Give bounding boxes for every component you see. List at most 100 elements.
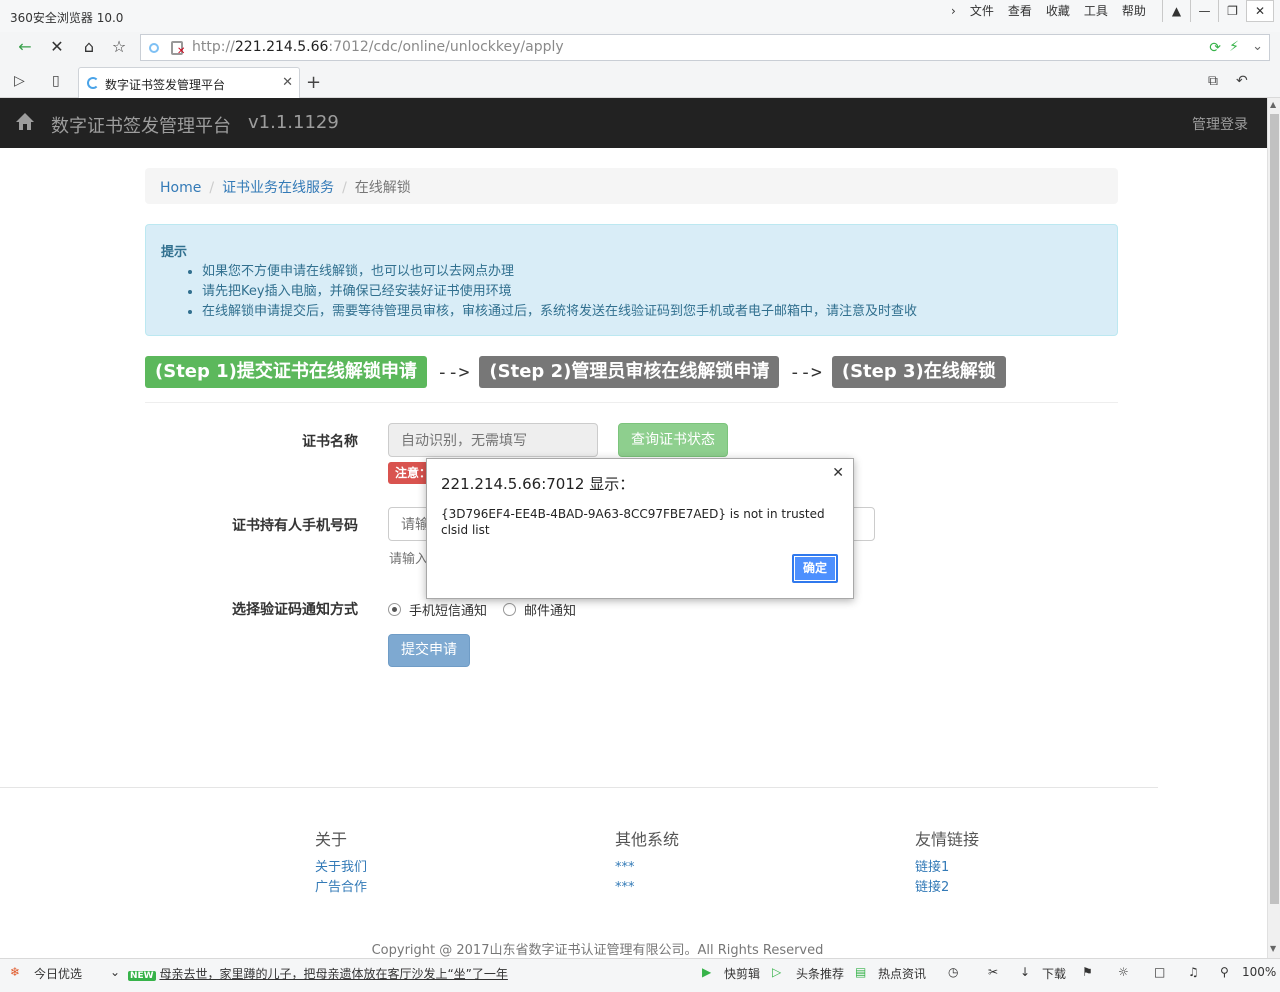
shirt-icon[interactable]: ▲ [1162,0,1190,22]
footer-link-1[interactable]: 链接1 [915,858,979,878]
window-icon[interactable]: □ [1154,965,1165,979]
quick-clip[interactable]: 快剪辑 [724,965,760,982]
download-label[interactable]: 下载 [1042,965,1066,982]
speed-icon[interactable]: ◷ [948,965,958,979]
footer-link-system[interactable]: *** [615,878,679,898]
info-alert: 提示 如果您不方便申请在线解锁，也可以也可以去网点办理 请先把Key插入电脑，并… [145,224,1118,336]
headline-icon[interactable]: ▷ [772,965,781,979]
url-input[interactable]: ✕ http://221.214.5.66:7012/cdc/online/un… [140,34,1270,61]
step-1: (Step 1)提交证书在线解锁申请 [145,356,427,388]
address-dropdown-icon[interactable]: ⌄ [1252,39,1263,54]
stop-icon[interactable]: ✕ [46,37,68,57]
notify-method-label: 选择验证码通知方式 [232,602,358,618]
url-text: http://221.214.5.66:7012/cdc/online/unlo… [192,39,564,55]
news-ticker[interactable]: NEW 母亲去世，家里蹲的儿子，把母亲遗体放在客厅沙发上“坐”了一年 [128,965,508,982]
step-3: (Step 3)在线解锁 [831,356,1006,388]
page-scrollbar[interactable]: ▲ ▼ [1267,98,1280,958]
tab-list-icon[interactable]: ⧉ [1208,73,1218,89]
refresh-extension-icon[interactable]: ⟳ [1209,40,1221,56]
browser-chrome: 360安全浏览器 10.0 › 文件 查看 收藏 工具 帮助 ▲ — ❐ ✕ ←… [0,0,1280,98]
flag-icon[interactable]: ⚑ [1082,965,1093,979]
download-icon[interactable]: ↓ [1020,965,1030,979]
query-cert-status-button[interactable]: 查询证书状态 [618,423,728,457]
dialog-ok-button[interactable]: 确定 [792,554,838,583]
scroll-up-icon[interactable]: ▲ [1270,100,1276,109]
footer-link-about-us[interactable]: 关于我们 [315,858,367,878]
clip-icon[interactable]: ▶ [702,965,711,979]
tab-close-icon[interactable]: ✕ [282,75,293,90]
footer-link-advertise[interactable]: 广告合作 [315,878,367,898]
speed-mode-icon[interactable]: ⚡ [1229,39,1239,55]
phone-help-text: 请输入 [389,552,429,567]
alert-item: 如果您不方便申请在线解锁，也可以也可以去网点办理 [202,262,1102,282]
scroll-down-icon[interactable]: ▼ [1270,944,1276,953]
favorite-star-icon[interactable]: ☆ [108,37,130,57]
browser-menu: › 文件 查看 收藏 工具 帮助 [944,3,1153,19]
minimize-icon[interactable]: — [1190,0,1218,22]
zoom-icon[interactable]: ⚲ [1220,965,1229,979]
zoom-level[interactable]: 100% [1242,965,1276,979]
new-tab-icon[interactable]: + [306,72,321,93]
sound-icon[interactable]: ♫ [1188,965,1199,979]
footer-link-2[interactable]: 链接2 [915,878,979,898]
site-brand[interactable]: 数字证书签发管理平台 [51,112,231,138]
menu-help[interactable]: 帮助 [1115,3,1153,19]
sms-radio-label[interactable]: 手机短信通知 [409,600,487,619]
today-picks[interactable]: 今日优选 [34,965,82,982]
tab-active[interactable]: 数字证书签发管理平台 ✕ [78,67,300,98]
alert-dialog: 221.214.5.66:7012 显示： ✕ {3D796EF4-EE4B-4… [426,458,854,599]
headline-recommend[interactable]: 头条推荐 [796,965,844,982]
email-radio-label[interactable]: 邮件通知 [524,600,576,619]
back-icon[interactable]: ← [14,37,36,57]
footer-about-title: 关于 [315,830,348,849]
gift-icon[interactable]: ❄ [10,965,20,979]
menu-favorites[interactable]: 收藏 [1039,3,1077,19]
app-title: 360安全浏览器 10.0 [10,11,124,25]
phone-icon[interactable]: ▯ [52,73,60,89]
breadcrumb-home[interactable]: Home [160,180,201,196]
close-window-icon[interactable]: ✕ [1246,0,1274,22]
alert-list: 如果您不方便申请在线解锁，也可以也可以去网点办理 请先把Key插入电脑，并确保已… [202,262,1102,322]
step-arrow: --> [789,361,822,383]
phone-label: 证书持有人手机号码 [232,518,358,534]
sms-radio[interactable] [388,603,401,616]
process-steps: (Step 1)提交证书在线解锁申请 --> (Step 2)管理员审核在线解锁… [145,355,1006,389]
home-icon[interactable] [14,111,36,133]
footer-divider [0,787,1158,788]
hot-news-icon[interactable]: ▤ [855,965,866,979]
breadcrumb-service[interactable]: 证书业务在线服务 [222,180,334,196]
menu-chevron-icon[interactable]: › [944,3,963,19]
step-2: (Step 2)管理员审核在线解锁申请 [479,356,780,388]
alert-item: 在线解锁申请提交后，需要等待管理员审核，审核通过后，系统将发送在线验证码到您手机… [202,302,1102,322]
footer-about: 关于 关于我们 广告合作 [315,826,367,898]
dialog-close-icon[interactable]: ✕ [832,465,844,481]
cert-name-input[interactable] [388,423,598,457]
step-arrow: --> [436,361,470,383]
alert-title: 提示 [161,245,188,260]
ie-mode-icon[interactable]: ☼ [1118,965,1129,979]
maximize-icon[interactable]: ❐ [1218,0,1246,22]
title-bar: 360安全浏览器 10.0 › 文件 查看 收藏 工具 帮助 ▲ — ❐ ✕ [0,0,1280,32]
undo-close-icon[interactable]: ↶ [1236,73,1248,89]
notify-method-options: 手机短信通知 邮件通知 [388,600,576,619]
menu-view[interactable]: 查看 [1001,3,1039,19]
security-shield-icon [149,43,159,53]
news-headline[interactable]: 母亲去世，家里蹲的儿子，把母亲遗体放在客厅沙发上“坐”了一年 [159,967,507,981]
footer-links-title: 友情链接 [915,830,980,849]
cert-error-x-icon: ✕ [177,46,186,57]
scroll-thumb[interactable] [1270,114,1279,904]
submit-application-button[interactable]: 提交申请 [388,634,470,667]
email-radio[interactable] [503,603,517,616]
menu-tools[interactable]: 工具 [1077,3,1115,19]
menu-file[interactable]: 文件 [963,3,1001,19]
hot-news[interactable]: 热点资讯 [878,965,926,982]
footer-links: 友情链接 链接1 链接2 [915,826,979,898]
footer-systems-title: 其他系统 [615,830,680,849]
home-page-icon[interactable]: ⌂ [78,37,100,57]
admin-login-link[interactable]: 管理登录 [1192,114,1248,134]
news-badge: NEW [128,971,156,981]
sidebar-toggle-icon[interactable]: ▷ [14,73,25,89]
screenshot-icon[interactable]: ✂ [988,965,998,979]
news-chevron-icon[interactable]: ⌄ [110,965,120,979]
footer-link-system[interactable]: *** [615,858,679,878]
